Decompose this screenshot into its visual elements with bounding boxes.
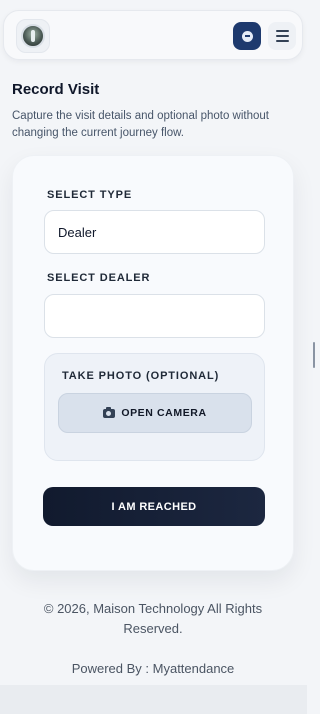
select-dealer-label: SELECT DEALER bbox=[47, 272, 151, 284]
scroll-handle[interactable] bbox=[313, 342, 315, 368]
powered-by-text: Powered By : Myattendance bbox=[71, 661, 235, 676]
bottom-bar bbox=[0, 685, 307, 714]
user-avatar-icon bbox=[21, 24, 45, 48]
page-title: Record Visit bbox=[12, 81, 100, 98]
notification-icon bbox=[241, 30, 253, 42]
notification-button[interactable] bbox=[233, 22, 261, 50]
photo-section: TAKE PHOTO (OPTIONAL) OPEN CAMERA bbox=[44, 353, 265, 461]
take-photo-label: TAKE PHOTO (OPTIONAL) bbox=[62, 370, 220, 382]
select-type-field[interactable] bbox=[44, 210, 265, 254]
hamburger-menu-icon-line bbox=[275, 40, 289, 42]
select-dealer-field[interactable] bbox=[44, 294, 265, 338]
i-am-reached-button[interactable]: I AM REACHED bbox=[43, 487, 265, 526]
menu-button[interactable] bbox=[268, 22, 296, 50]
camera-icon bbox=[103, 406, 116, 418]
open-camera-label: OPEN CAMERA bbox=[121, 407, 207, 419]
hamburger-menu-icon-line bbox=[275, 35, 289, 37]
visit-form-card: SELECT TYPE SELECT DEALER TAKE PHOTO (OP… bbox=[12, 155, 294, 571]
profile-avatar-button[interactable] bbox=[16, 19, 50, 53]
open-camera-button[interactable]: OPEN CAMERA bbox=[58, 393, 252, 433]
select-type-label: SELECT TYPE bbox=[47, 189, 133, 201]
hamburger-menu-icon bbox=[275, 30, 289, 32]
page-subtitle: Capture the visit details and optional p… bbox=[12, 110, 269, 139]
copyright-text: © 2026, Maison Technology All Rights Res… bbox=[43, 601, 263, 636]
top-navigation-bar bbox=[3, 10, 303, 60]
page: Record Visit Capture the visit details a… bbox=[0, 0, 315, 714]
